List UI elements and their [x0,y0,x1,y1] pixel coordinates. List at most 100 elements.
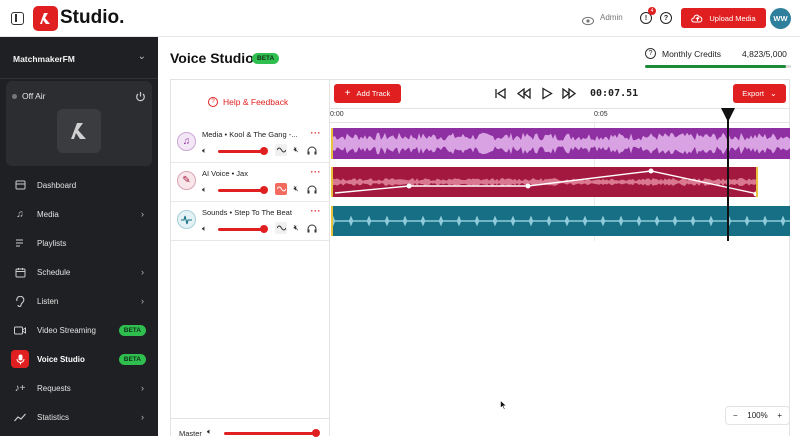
waveform [333,132,790,155]
app-logo[interactable] [33,6,58,31]
on-air-status: Off Air [22,91,46,101]
credits-value: 4,823/5,000 [742,49,787,59]
credits-progress-bar [645,65,791,68]
fx-icon[interactable] [275,144,287,156]
user-role[interactable]: Admin [600,13,623,22]
dashboard-icon [14,179,26,191]
headphones-icon[interactable] [306,222,318,234]
track-name: Media • Kool & The Gang -... [202,130,298,139]
headphones-icon[interactable] [306,183,318,195]
master-label: Master [179,429,202,438]
rewind-icon[interactable] [516,87,531,105]
mute-icon[interactable]: 🔇︎ [290,144,302,156]
beta-badge: BETA [118,353,146,365]
track-header-media[interactable]: ♫ Media • Kool & The Gang -... ··· 🔈︎ 🔇︎ [171,126,329,163]
upload-media-button[interactable]: Upload Media [681,8,766,28]
chevron-right-icon: › [141,267,144,277]
chevron-right-icon: › [141,209,144,219]
help-feedback-link[interactable]: ? Help & Feedback [208,97,288,107]
sidebar-item-label: Listen [37,296,59,306]
video-icon [14,324,26,336]
sidebar-item-label: Requests [37,383,71,393]
volume-slider-knob[interactable] [260,186,268,194]
sidebar-item-label: Dashboard [37,180,77,190]
sidebar-item-statistics[interactable]: Statistics › [0,404,158,430]
sidebar-toggle-icon[interactable] [11,12,24,25]
sidebar-item-dashboard[interactable]: Dashboard [0,172,158,198]
volume-icon: 🔈︎ [202,224,207,233]
ruler-tick-label: 0:00 [330,111,344,118]
sidebar-item-voice-studio[interactable]: Voice Studio BETA [0,346,158,372]
chevron-down-icon: ⌄ [137,51,146,62]
more-options-icon[interactable]: ··· [311,167,322,177]
music-icon: ♫ [16,208,24,220]
upload-media-label: Upload Media [709,13,756,23]
master-row: Master 🔈︎ [171,418,329,438]
master-volume-slider[interactable] [224,432,316,435]
help-icon[interactable]: ? [660,12,672,24]
credits-help-icon[interactable]: ? [645,48,656,59]
track-header-ai-voice[interactable]: ✎ AI Voice • Jax ··· 🔈︎ 🔇︎ [171,165,329,202]
mute-icon[interactable]: 🔇︎ [290,183,302,195]
playhead-line [727,120,729,241]
beta-badge: BETA [118,324,146,336]
volume-icon: 🔈︎ [202,146,207,155]
track-header-sounds[interactable]: Sounds • Step To The Beat ··· 🔈︎ 🔇︎ [171,204,329,241]
sidebar-item-video-streaming[interactable]: Video Streaming BETA [0,317,158,343]
notification-count-badge: 4 [648,7,656,15]
play-icon[interactable] [541,87,553,105]
track-volume-slider[interactable] [218,150,263,153]
sidebar-item-label: Voice Studio [37,354,85,364]
sidebar-item-label: Media [37,209,59,219]
track-name: Sounds • Step To The Beat [202,208,292,217]
track-volume-slider[interactable] [218,228,263,231]
timecode: 00:07.51 [590,88,639,99]
credits-label: Monthly Credits [662,49,722,59]
station-selector[interactable]: MatchmakerFM ⌄ [0,37,158,79]
player-card: Off Air [6,81,152,166]
add-track-button[interactable]: + Add Track [334,84,401,103]
sidebar-item-schedule[interactable]: Schedule › [0,259,158,285]
help-circle-icon: ? [208,97,218,107]
audio-clip-media[interactable] [331,128,790,159]
zoom-in-button[interactable]: + [777,411,782,420]
more-options-icon[interactable]: ··· [311,206,322,216]
chevron-right-icon: › [141,383,144,393]
sidebar-item-label: Schedule [37,267,71,277]
avatar[interactable]: WW [770,8,791,29]
audio-clip-sounds[interactable] [331,206,790,236]
sidebar-item-label: Statistics [37,412,70,422]
music-icon: ♫ [177,132,196,151]
mute-icon[interactable]: 🔇︎ [290,222,302,234]
sidebar-item-listen[interactable]: Listen › [0,288,158,314]
skip-back-icon[interactable] [494,87,507,105]
ruler-tick-label: 0:05 [594,111,608,118]
waveform [333,215,790,227]
waveform-path [333,132,790,155]
volume-slider-knob[interactable] [260,225,268,233]
sidebar-item-media[interactable]: ♫ Media › [0,201,158,227]
waveform-path [333,215,790,227]
zoom-out-button[interactable]: − [733,411,738,420]
sidebar-item-requests[interactable]: ♪+ Requests › [0,375,158,401]
track-volume-slider[interactable] [218,189,263,192]
more-options-icon[interactable]: ··· [311,128,322,138]
volume-slider-knob[interactable] [260,147,268,155]
headphones-icon[interactable] [306,144,318,156]
app-brand: Studio. [60,7,125,28]
volume-envelope[interactable] [333,167,758,197]
export-button[interactable]: Export ⌄ [733,84,786,103]
fx-icon[interactable] [275,222,287,234]
mouse-cursor-icon [500,397,508,415]
plus-icon: + [344,88,351,99]
add-track-label: Add Track [356,89,391,98]
cloud-upload-icon [691,14,703,23]
audio-clip-ai-voice[interactable] [331,167,758,197]
requests-icon: ♪+ [14,382,26,394]
magic-wand-icon: ✎ [177,171,196,190]
station-artwork [57,109,101,153]
fx-icon-active[interactable] [275,183,287,195]
power-icon[interactable] [135,89,146,107]
fast-forward-icon[interactable] [562,87,577,105]
sidebar-item-playlists[interactable]: Playlists [0,230,158,256]
